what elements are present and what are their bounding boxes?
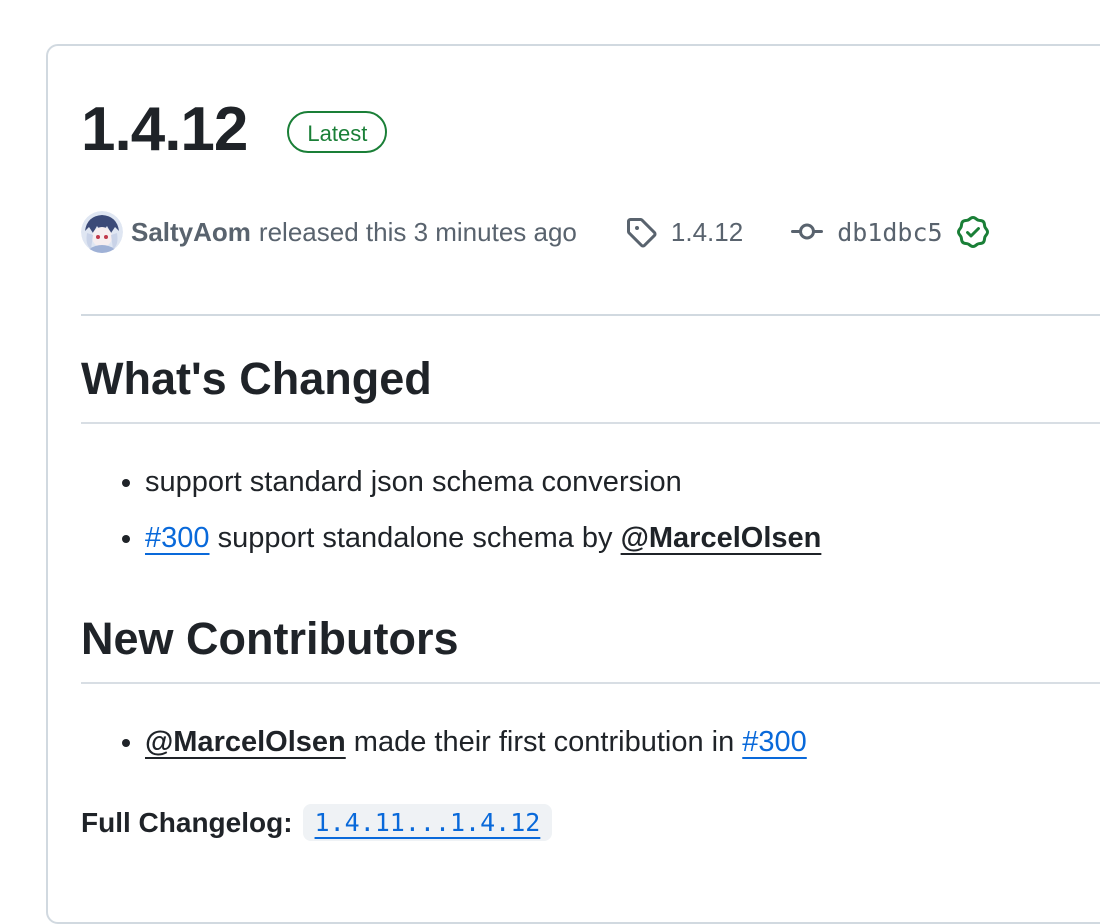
avatar-image <box>81 211 123 253</box>
avatar[interactable] <box>81 211 123 253</box>
new-contributors-rule <box>81 682 1100 684</box>
released-time: released this 3 minutes ago <box>258 216 577 247</box>
compare-link[interactable]: 1.4.11...1.4.12 <box>302 804 553 841</box>
contributors-list: @MarcelOlsen made their first contributi… <box>81 723 807 779</box>
full-changelog-label-text: Full Changelog <box>81 806 284 838</box>
release-meta: SaltyAom released this 3 minutes ago 1.4… <box>81 210 1003 254</box>
release-card: 1.4.12 Latest SaltyAom released this 3 m… <box>46 44 1100 924</box>
whats-changed-heading: What's Changed <box>81 353 432 404</box>
verified-check-icon[interactable] <box>956 216 989 248</box>
tag-icon <box>626 218 657 248</box>
commit-sha: db1dbc5 <box>837 217 943 247</box>
release-header: 1.4.12 Latest <box>81 94 388 166</box>
header-divider <box>81 314 1100 316</box>
tag-label: 1.4.12 <box>670 216 744 247</box>
whats-changed-rule <box>81 422 1100 424</box>
change-text: support standard json schema conversion <box>145 466 682 498</box>
change-text: support standalone schema by <box>209 522 621 554</box>
git-commit-icon <box>791 223 824 240</box>
list-item: support standard json schema conversion <box>145 463 821 501</box>
release-title[interactable]: 1.4.12 <box>81 94 248 166</box>
user-mention-link[interactable]: @MarcelOlsen <box>145 726 346 758</box>
latest-badge: Latest <box>287 111 388 153</box>
author-link[interactable]: SaltyAom <box>131 217 251 248</box>
tag-link[interactable]: 1.4.12 <box>625 216 743 248</box>
commit-link[interactable]: db1dbc5 <box>791 216 1002 248</box>
user-mention-link[interactable]: @MarcelOlsen <box>621 522 822 554</box>
full-changelog: Full Changelog: 1.4.11...1.4.12 <box>81 804 553 841</box>
contributor-text: made their first contribution in <box>345 726 743 758</box>
new-contributors-heading: New Contributors <box>81 613 459 664</box>
list-item: #300 support standalone schema by @Marce… <box>145 519 821 557</box>
pr-link[interactable]: #300 <box>145 522 210 554</box>
full-changelog-label: Full Changelog: <box>81 807 293 839</box>
full-changelog-colon: : <box>283 806 293 838</box>
changes-list: support standard json schema conversion … <box>81 463 821 575</box>
list-item: @MarcelOlsen made their first contributi… <box>145 723 807 761</box>
pr-link[interactable]: #300 <box>742 726 807 758</box>
